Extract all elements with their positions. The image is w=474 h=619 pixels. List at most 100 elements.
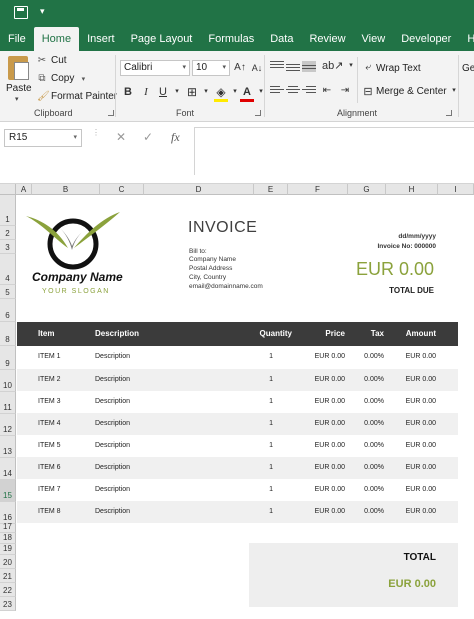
chevron-down-icon[interactable]: ▾: [78, 75, 88, 83]
borders-icon[interactable]: ⊞: [185, 85, 199, 99]
tab-file[interactable]: File: [0, 27, 34, 51]
row-header-13[interactable]: 13: [0, 436, 16, 458]
align-left-icon[interactable]: [270, 86, 284, 97]
chevron-down-icon[interactable]: ▾: [254, 85, 268, 99]
tab-developer[interactable]: Developer: [393, 27, 459, 51]
row-header-1[interactable]: 1: [0, 195, 16, 226]
row-header-23[interactable]: 23: [0, 597, 16, 611]
row-header-18[interactable]: 18: [0, 533, 16, 544]
row-header-20[interactable]: 20: [0, 555, 16, 569]
format-painter-button[interactable]: 🖌 Format Painter: [37, 91, 117, 102]
tab-insert[interactable]: Insert: [79, 27, 123, 51]
chevron-down-icon[interactable]: ▾: [199, 85, 213, 99]
row-header-22[interactable]: 22: [0, 583, 16, 597]
font-name-select[interactable]: Calibri ▾: [120, 60, 190, 76]
group-label-clipboard: Clipboard: [34, 108, 73, 118]
number-format-select[interactable]: Ge: [462, 63, 474, 74]
tab-data[interactable]: Data: [262, 27, 301, 51]
tab-view[interactable]: View: [354, 27, 394, 51]
row-header-6[interactable]: 6: [0, 299, 16, 322]
increase-font-size-icon[interactable]: A↑: [233, 61, 247, 75]
row-header-19[interactable]: 19: [0, 544, 16, 555]
chevron-down-icon[interactable]: ▾: [344, 59, 358, 73]
chevron-down-icon[interactable]: ▾: [15, 95, 19, 103]
column-header-b[interactable]: B: [32, 184, 100, 195]
cell-description: Description: [95, 442, 131, 449]
cell-item: ITEM 1: [38, 353, 61, 360]
save-icon[interactable]: [14, 6, 28, 19]
enter-icon[interactable]: ✓: [143, 130, 153, 144]
row-header-9[interactable]: 9: [0, 346, 16, 370]
column-header-f[interactable]: F: [288, 184, 348, 195]
column-header-c[interactable]: C: [100, 184, 144, 195]
dialog-launcher-icon[interactable]: [255, 110, 261, 116]
cell-description: Description: [95, 508, 131, 515]
column-header-i[interactable]: I: [438, 184, 474, 195]
customize-quick-access-icon[interactable]: ▾: [40, 6, 45, 17]
align-center-icon[interactable]: [286, 86, 300, 97]
tab-formulas[interactable]: Formulas: [200, 27, 262, 51]
invoice-total-box: TOTAL EUR 0.00: [249, 543, 458, 607]
font-name-value: Calibri: [124, 62, 153, 73]
total-value: EUR 0.00: [388, 578, 436, 590]
tab-review[interactable]: Review: [301, 27, 353, 51]
italic-button[interactable]: I: [139, 85, 153, 99]
row-header-8[interactable]: 8: [0, 322, 16, 346]
cell-quantity: 1: [269, 376, 273, 383]
column-header-h[interactable]: H: [386, 184, 438, 195]
cell-tax: 0.00%: [364, 464, 384, 471]
font-size-select[interactable]: 10 ▾: [192, 60, 230, 76]
increase-indent-icon[interactable]: ⇥: [338, 84, 352, 98]
cell-description: Description: [95, 376, 131, 383]
group-label-font: Font: [176, 108, 195, 118]
tab-page-layout[interactable]: Page Layout: [123, 27, 201, 51]
orientation-icon[interactable]: ab↗: [322, 59, 343, 73]
font-color-button[interactable]: A: [240, 85, 254, 99]
row-header-4[interactable]: 4: [0, 254, 16, 285]
column-header-e[interactable]: E: [254, 184, 288, 195]
cell-description: Description: [95, 486, 131, 493]
align-top-icon[interactable]: [270, 61, 284, 72]
name-box[interactable]: R15 ▾: [4, 129, 82, 147]
align-middle-icon[interactable]: [286, 64, 300, 75]
cancel-icon[interactable]: ✕: [116, 130, 126, 144]
tab-help[interactable]: Help: [459, 27, 474, 51]
decrease-font-size-icon[interactable]: A↓: [250, 61, 264, 75]
fill-color-icon[interactable]: ◈: [214, 85, 228, 99]
decrease-indent-icon[interactable]: ⇤: [320, 84, 334, 98]
bold-button[interactable]: B: [121, 85, 135, 99]
cut-button[interactable]: ✂ Cut: [37, 55, 67, 66]
column-header-d[interactable]: D: [144, 184, 254, 195]
total-label: TOTAL: [403, 552, 436, 563]
insert-function-button[interactable]: fx: [171, 130, 180, 145]
wrap-text-icon: ⤶: [365, 62, 371, 73]
row-header-3[interactable]: 3: [0, 240, 16, 254]
tab-home[interactable]: Home: [33, 27, 80, 51]
row-header-5[interactable]: 5: [0, 285, 16, 299]
align-bottom-icon[interactable]: [302, 61, 316, 72]
dialog-launcher-icon[interactable]: [108, 110, 114, 116]
chevron-down-icon[interactable]: ▾: [170, 85, 184, 99]
row-header-12[interactable]: 12: [0, 414, 16, 436]
row-header-15[interactable]: 15: [0, 480, 16, 502]
row-header-17[interactable]: 17: [0, 522, 16, 533]
align-right-icon[interactable]: [302, 86, 316, 97]
row-header-2[interactable]: 2: [0, 226, 16, 240]
row-header-11[interactable]: 11: [0, 392, 16, 414]
row-header-14[interactable]: 14: [0, 458, 16, 480]
row-header-16[interactable]: 16: [0, 502, 16, 524]
table-row: ITEM 6 Description 1 EUR 0.00 0.00% EUR …: [17, 457, 458, 479]
table-row: ITEM 5 Description 1 EUR 0.00 0.00% EUR …: [17, 435, 458, 457]
formula-input[interactable]: [194, 127, 474, 175]
select-all-corner[interactable]: [0, 184, 16, 195]
column-header-g[interactable]: G: [348, 184, 386, 195]
row-header-21[interactable]: 21: [0, 569, 16, 583]
row-header-10[interactable]: 10: [0, 370, 16, 392]
copy-button[interactable]: ⧉ Copy ▾: [37, 73, 88, 84]
cell-quantity: 1: [269, 353, 273, 360]
cell-description: Description: [95, 420, 131, 427]
underline-button[interactable]: U: [156, 85, 170, 99]
column-header-a[interactable]: A: [16, 184, 32, 195]
invoice-title: INVOICE: [188, 219, 258, 236]
dialog-launcher-icon[interactable]: [446, 110, 452, 116]
